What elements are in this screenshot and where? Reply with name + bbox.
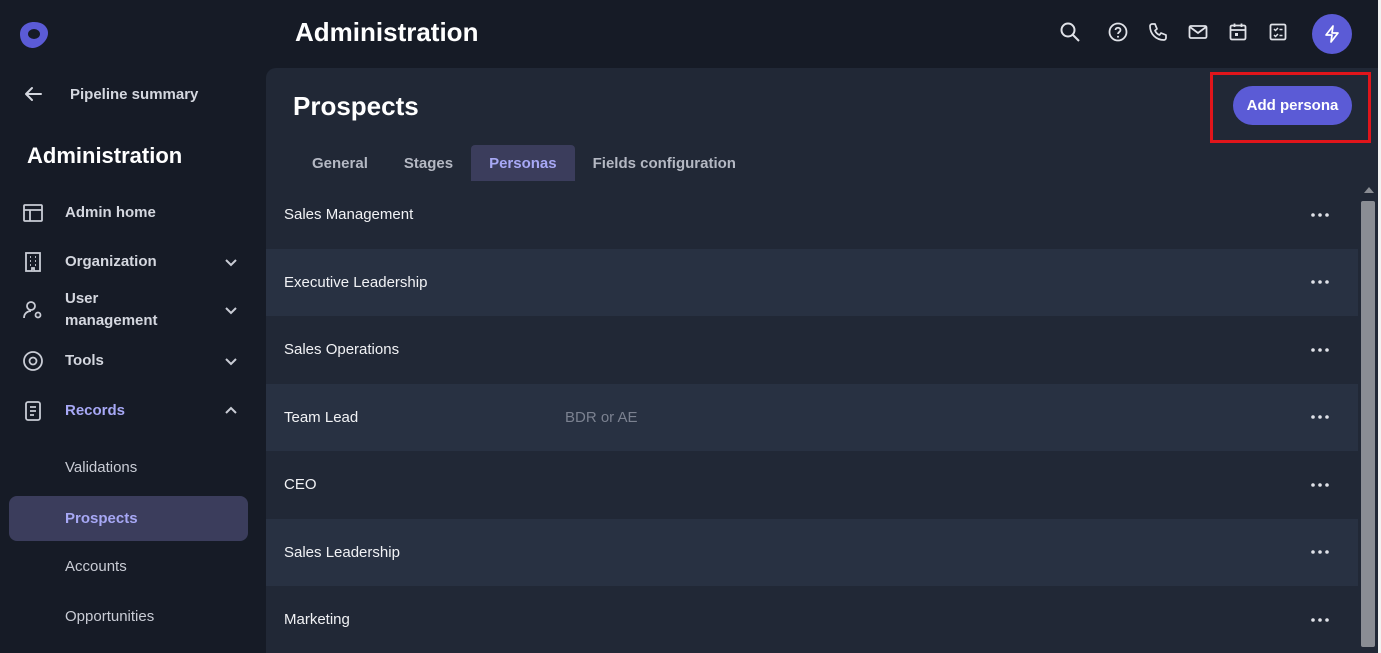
sidebar-item-tools[interactable]: Tools: [20, 348, 246, 374]
sidebar-item-label: User management: [65, 290, 158, 329]
phone-icon[interactable]: [1146, 20, 1170, 44]
table-row[interactable]: Executive Leadership: [266, 248, 1358, 316]
chevron-down-icon[interactable]: [224, 255, 238, 269]
table-row[interactable]: CEO: [266, 451, 1358, 519]
more-options-icon[interactable]: [1310, 610, 1330, 630]
sidebar-item-label: Records: [65, 402, 126, 419]
persona-description: BDR or AE: [565, 408, 638, 426]
sidebar-subitem-accounts[interactable]: Accounts: [9, 544, 248, 589]
search-icon[interactable]: [1058, 20, 1082, 44]
tab-stages[interactable]: Stages: [386, 145, 471, 181]
persona-name: Sales Leadership: [284, 543, 400, 561]
sidebar: Pipeline summary Administration Admin ho…: [0, 0, 266, 653]
table-row[interactable]: Sales Operations: [266, 316, 1358, 384]
sidebar-item-label: Organization: [65, 253, 157, 270]
sidebar-title: Administration: [27, 143, 183, 168]
tab-fields-configuration[interactable]: Fields configuration: [575, 145, 754, 181]
sidebar-item-records[interactable]: Records: [20, 398, 246, 424]
quick-actions-button[interactable]: [1312, 14, 1352, 54]
sidebar-subitem-prospects[interactable]: Prospects: [9, 496, 248, 541]
tab-bar: General Stages Personas Fields configura…: [294, 145, 754, 181]
tasks-icon[interactable]: [1266, 20, 1290, 44]
sidebar-item-admin-home[interactable]: Admin home: [20, 200, 246, 226]
more-options-icon[interactable]: [1310, 340, 1330, 360]
add-persona-button[interactable]: Add persona: [1233, 86, 1352, 125]
table-row[interactable]: Marketing: [266, 586, 1358, 653]
help-icon[interactable]: [1106, 20, 1130, 44]
calendar-icon[interactable]: [1226, 20, 1250, 44]
tools-icon: [20, 348, 46, 374]
persona-name: Sales Management: [284, 206, 414, 224]
more-options-icon[interactable]: [1310, 205, 1330, 225]
chevron-down-icon[interactable]: [224, 303, 238, 317]
chevron-down-icon[interactable]: [224, 354, 238, 368]
building-icon: [20, 249, 46, 275]
user-settings-icon: [20, 297, 46, 323]
table-row[interactable]: Sales Leadership: [266, 518, 1358, 586]
arrow-left-icon: [25, 87, 42, 101]
bolt-icon: [1325, 25, 1339, 43]
more-options-icon[interactable]: [1310, 407, 1330, 427]
table-row[interactable]: Sales Management: [266, 181, 1358, 249]
sidebar-subitem-validations[interactable]: Validations: [9, 445, 248, 490]
persona-name: Marketing: [284, 611, 350, 629]
scrollbar-thumb[interactable]: [1361, 201, 1375, 647]
layout-icon: [20, 200, 46, 226]
scroll-up-arrow-icon[interactable]: [1363, 185, 1375, 195]
records-icon: [20, 398, 46, 424]
page-title: Prospects: [293, 91, 419, 121]
persona-name: Sales Operations: [284, 341, 400, 359]
sidebar-subitem-opportunities[interactable]: Opportunities: [9, 594, 248, 639]
main-panel: Prospects Add persona General Stages Per…: [266, 68, 1381, 653]
back-to-pipeline-link[interactable]: Pipeline summary: [22, 82, 198, 106]
header-toolbar: [1058, 20, 1306, 44]
sidebar-item-label: Admin home: [65, 204, 156, 221]
sidebar-item-user-management[interactable]: User management: [20, 288, 246, 332]
back-label: Pipeline summary: [70, 85, 199, 103]
persona-name: CEO: [284, 476, 317, 494]
tab-personas[interactable]: Personas: [471, 145, 575, 181]
table-row[interactable]: Team Lead BDR or AE: [266, 383, 1358, 451]
tab-general[interactable]: General: [294, 145, 386, 181]
persona-list: Sales Management Executive Leadership Sa…: [266, 181, 1358, 653]
chevron-up-icon[interactable]: [224, 404, 238, 418]
more-options-icon[interactable]: [1310, 542, 1330, 562]
persona-name: Team Lead: [284, 408, 359, 426]
page-header-title: Administration: [295, 17, 479, 47]
persona-name: Executive Leadership: [284, 273, 428, 291]
more-options-icon[interactable]: [1310, 475, 1330, 495]
sidebar-item-label: Tools: [65, 352, 104, 369]
mail-icon[interactable]: [1186, 20, 1210, 44]
app-logo-icon[interactable]: [18, 20, 50, 50]
more-options-icon[interactable]: [1310, 272, 1330, 292]
sidebar-item-organization[interactable]: Organization: [20, 249, 246, 275]
